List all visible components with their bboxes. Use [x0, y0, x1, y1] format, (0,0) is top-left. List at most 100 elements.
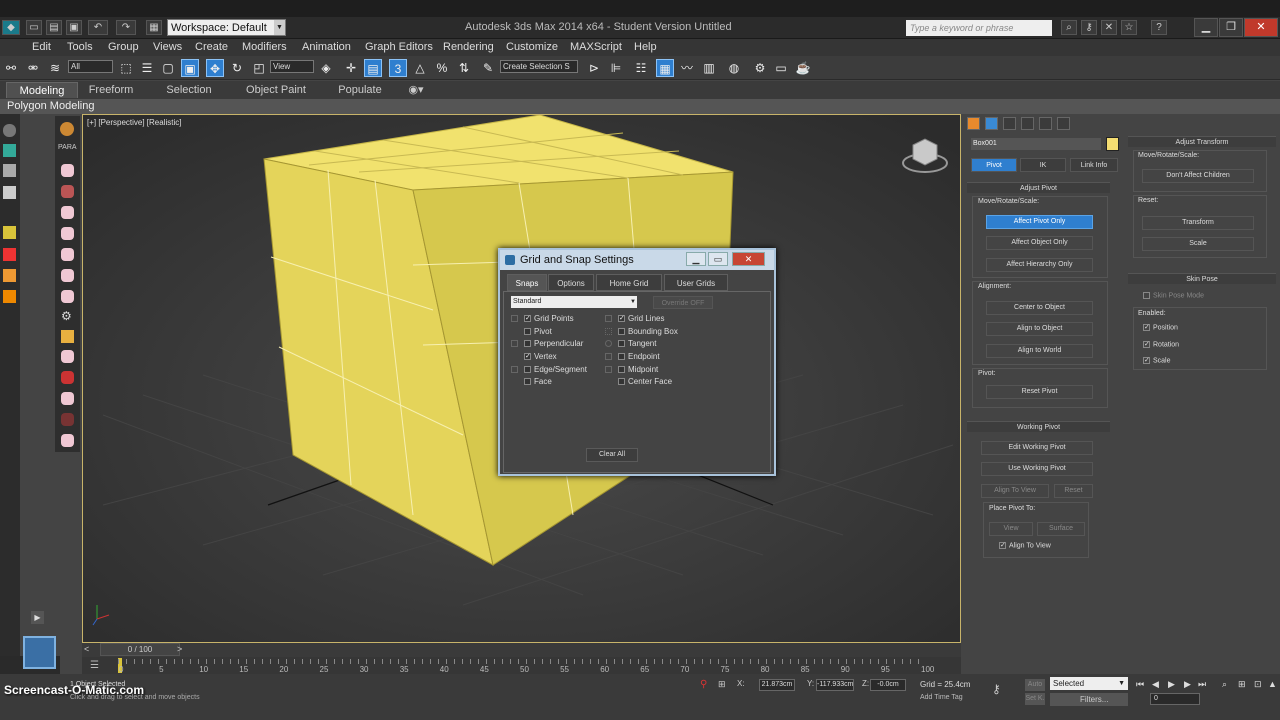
- weld-tool-icon[interactable]: [61, 413, 74, 426]
- vertex-checkbox[interactable]: ✓: [524, 353, 531, 360]
- snap-vertex[interactable]: ✓ Vertex: [511, 351, 601, 363]
- tab-modeling[interactable]: Modeling: [6, 82, 78, 98]
- menu-graph-editors[interactable]: Graph Editors: [365, 41, 433, 53]
- tab-user-grids[interactable]: User Grids: [664, 274, 728, 291]
- zoom-all-icon[interactable]: ⊞: [1238, 679, 1246, 690]
- face-checkbox[interactable]: [524, 378, 531, 385]
- midpoint-checkbox[interactable]: [618, 366, 625, 373]
- motion-panel-icon[interactable]: [1021, 117, 1034, 130]
- rendered-frame-icon[interactable]: ▭: [772, 59, 790, 77]
- endpoint-checkbox[interactable]: [618, 353, 625, 360]
- dialog-close-button[interactable]: ✕: [732, 252, 765, 266]
- lock-icon[interactable]: ⚲: [700, 679, 707, 690]
- viewport-label[interactable]: [+] [Perspective] [Realistic]: [87, 118, 181, 127]
- dialog-maximize-button[interactable]: ▭: [708, 252, 728, 266]
- next-key-icon[interactable]: ▶: [1184, 679, 1191, 690]
- angle-snap-icon[interactable]: △: [411, 59, 429, 77]
- tab-options[interactable]: Options: [548, 274, 594, 291]
- camera-view-icon[interactable]: [3, 290, 16, 303]
- app-logo-icon[interactable]: ◆: [2, 20, 20, 35]
- skin-pose-rollout[interactable]: Skin Pose: [1128, 273, 1276, 284]
- bounding-box-checkbox[interactable]: [618, 328, 625, 335]
- align-to-view-button[interactable]: Align To View: [981, 484, 1049, 498]
- time-slider[interactable]: < 0 / 100 >: [82, 643, 961, 657]
- schematic-view-icon[interactable]: ▥: [700, 59, 718, 77]
- affect-hierarchy-only-button[interactable]: Affect Hierarchy Only: [986, 258, 1093, 272]
- position-checkbox[interactable]: ✓ Position: [1143, 324, 1178, 331]
- select-move-icon[interactable]: ✥: [206, 59, 224, 77]
- plus-icon[interactable]: [3, 248, 16, 261]
- favorite-star-icon[interactable]: ☆: [1121, 20, 1137, 35]
- snap-perpendicular[interactable]: Perpendicular: [511, 338, 601, 350]
- snap-grid-points[interactable]: ✓ Grid Points: [511, 313, 601, 325]
- menu-rendering[interactable]: Rendering: [443, 41, 494, 53]
- reference-coord-dropdown[interactable]: View: [270, 60, 314, 73]
- extrude-tool-icon[interactable]: [61, 269, 74, 282]
- utilities-panel-icon[interactable]: [1057, 117, 1070, 130]
- link-icon[interactable]: ⚯: [2, 59, 20, 77]
- transform-button[interactable]: Transform: [1142, 216, 1254, 230]
- place-surface-button[interactable]: Surface: [1037, 522, 1085, 536]
- snap-midpoint[interactable]: Midpoint: [605, 364, 705, 376]
- mirror-icon[interactable]: ⊳: [585, 59, 603, 77]
- auto-key-button[interactable]: Auto: [1025, 679, 1045, 691]
- align-to-view-checkbox[interactable]: ✓ Align To View: [999, 542, 1051, 549]
- scene-explorer-icon[interactable]: ▦: [656, 59, 674, 77]
- object-name-field[interactable]: Box001: [971, 138, 1101, 150]
- menu-views[interactable]: Views: [153, 41, 182, 53]
- keyboard-shortcut-icon[interactable]: ▤: [364, 59, 382, 77]
- select-scale-icon[interactable]: ◰: [250, 59, 268, 77]
- chamfer-tool-icon[interactable]: [61, 392, 74, 405]
- object-color-swatch[interactable]: [1106, 137, 1119, 151]
- absolute-mode-icon[interactable]: ⊞: [718, 679, 726, 690]
- vertex-tool-icon[interactable]: [61, 206, 74, 219]
- edge-checkbox[interactable]: [524, 366, 531, 373]
- modify-panel-icon[interactable]: [985, 117, 998, 130]
- border-tool-icon[interactable]: [61, 227, 74, 240]
- redo-icon[interactable]: ↷: [116, 20, 136, 35]
- key-icon[interactable]: ⚷: [1081, 20, 1097, 35]
- hierarchy-panel-icon[interactable]: [1003, 117, 1016, 130]
- working-pivot-rollout[interactable]: Working Pivot: [967, 421, 1110, 432]
- selection-filter-dropdown[interactable]: All: [68, 60, 113, 73]
- snap-grid-lines[interactable]: ✓ Grid Lines: [605, 313, 705, 325]
- snap-center-face[interactable]: Center Face: [605, 376, 705, 388]
- go-to-end-icon[interactable]: ⏭: [1198, 679, 1206, 690]
- bind-spacewarp-icon[interactable]: ≋: [46, 59, 64, 77]
- grid-lines-checkbox[interactable]: ✓: [618, 315, 625, 322]
- key-filters-button[interactable]: Filters...: [1050, 693, 1128, 706]
- snap-edge-segment[interactable]: Edge/Segment: [511, 364, 601, 376]
- menu-animation[interactable]: Animation: [302, 41, 351, 53]
- minimize-button[interactable]: ▁: [1194, 18, 1218, 37]
- y-coordinate-field[interactable]: -117.933cm: [816, 679, 854, 691]
- inset-tool-icon[interactable]: [61, 350, 74, 363]
- maximize-button[interactable]: ❐: [1219, 18, 1243, 37]
- bevel-tool-icon[interactable]: [61, 290, 74, 303]
- zoom-icon[interactable]: ⌕: [1222, 679, 1227, 690]
- workspace-dropdown[interactable]: Workspace: Default ▼: [167, 19, 286, 36]
- set-key-icon[interactable]: ⚷: [992, 682, 1001, 696]
- snap-pivot[interactable]: Pivot: [511, 326, 601, 338]
- polygon-tool-icon[interactable]: [61, 164, 74, 177]
- rotation-checkbox[interactable]: ✓ Rotation: [1143, 341, 1179, 348]
- scale-checkbox[interactable]: ✓ Scale: [1143, 357, 1171, 364]
- polygon-modeling-bar[interactable]: Polygon Modeling: [0, 99, 1280, 114]
- affect-pivot-only-button[interactable]: Affect Pivot Only: [986, 215, 1093, 229]
- open-file-icon[interactable]: ▤: [46, 20, 62, 35]
- center-to-object-button[interactable]: Center to Object: [986, 301, 1093, 315]
- tab-snaps[interactable]: Snaps: [507, 274, 547, 291]
- tab-selection[interactable]: Selection: [158, 82, 220, 98]
- go-to-start-icon[interactable]: ⏮: [1136, 679, 1144, 690]
- ribbon-options-icon[interactable]: ◉▾: [404, 82, 428, 98]
- tangent-checkbox[interactable]: [618, 340, 625, 347]
- select-rotate-icon[interactable]: ↻: [228, 59, 246, 77]
- binoculars-icon[interactable]: ⌕: [1061, 20, 1077, 35]
- next-frame-icon[interactable]: >: [177, 644, 182, 654]
- search-input[interactable]: Type a keyword or phrase: [906, 20, 1052, 36]
- rect-selection-icon[interactable]: ▢: [159, 59, 177, 77]
- camera-icon[interactable]: [3, 164, 16, 177]
- edit-named-selection-icon[interactable]: ✎: [479, 59, 497, 77]
- x-coordinate-field[interactable]: 21.873cm: [759, 679, 795, 691]
- menu-tools[interactable]: Tools: [67, 41, 93, 53]
- key-filter-dropdown[interactable]: Selected ▼: [1050, 677, 1128, 690]
